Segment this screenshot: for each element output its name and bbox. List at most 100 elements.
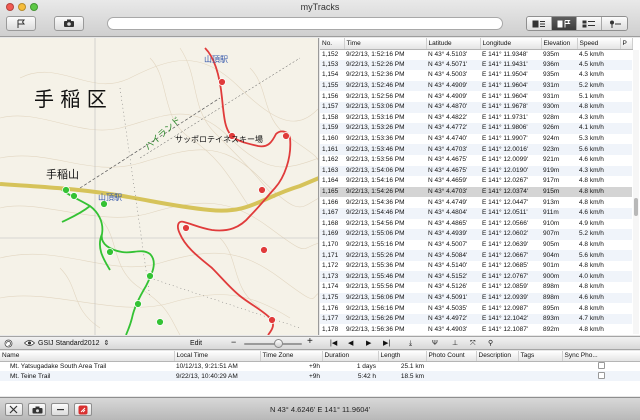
trackpoint-row[interactable]: 1,169 9/22/13, 1:55:06 PM N 43° 4.4939' E 1…: [320, 229, 632, 240]
trackpoint-speed: 5.1 km/h: [579, 92, 604, 100]
trackpoint-time: 9/22/13, 1:56:36 PM: [346, 325, 405, 333]
trackpoints-scroll-thumb[interactable]: [634, 198, 638, 216]
align-button[interactable]: ⤓: [409, 339, 412, 348]
zoom-slider[interactable]: [244, 343, 302, 345]
track-row[interactable]: Mt. Yatsugadake South Area Trail 10/12/1…: [0, 361, 640, 371]
column-header-photo-count[interactable]: Photo Count: [426, 351, 477, 362]
trackpoint-p: [620, 303, 632, 314]
trackpoint-row[interactable]: 1,152 9/22/13, 1:52:16 PM N 43° 4.5103' E 1…: [320, 49, 632, 60]
trackpoint-elevation: 919m: [541, 165, 577, 177]
trackpoint-elevation: 930m: [541, 101, 577, 113]
first-point-button[interactable]: |◀: [330, 339, 337, 348]
trackpoint-row[interactable]: 1,167 9/22/13, 1:54:46 PM N 43° 4.4804' E 1…: [320, 207, 632, 219]
flag-button[interactable]: [6, 16, 36, 31]
column-header-p[interactable]: P: [620, 38, 633, 50]
trackpoint-time: 9/22/13, 1:54:26 PM: [344, 186, 426, 198]
trackpoint-row[interactable]: 1,156 9/22/13, 1:52:56 PM N 43° 4.4909' E 1…: [320, 91, 632, 102]
trackpoint-row[interactable]: 1,165 9/22/13, 1:54:26 PM N 43° 4.4703' E 1…: [320, 186, 632, 198]
view-mode-selector[interactable]: [526, 16, 628, 31]
last-point-button[interactable]: ▶|: [383, 339, 390, 348]
tracks-table[interactable]: Name Local Time Time Zone Duration Lengt…: [0, 351, 640, 396]
map-label-station-mid: 山頂駅: [98, 192, 122, 202]
location-pin-button[interactable]: ⚲: [488, 339, 493, 348]
trackpoint-row[interactable]: 1,158 9/22/13, 1:53:16 PM N 43° 4.4822' E 1…: [320, 113, 632, 124]
track-row[interactable]: Mt. Teine Trail 9/22/13, 10:40:29 AM +9h…: [0, 371, 640, 381]
trackpoint-row[interactable]: 1,166 9/22/13, 1:54:36 PM N 43° 4.4749' E 1…: [320, 197, 632, 208]
view-map-table-button[interactable]: [527, 17, 552, 30]
trackpoint-row[interactable]: 1,161 9/22/13, 1:53:46 PM N 43° 4.4703' E 1…: [320, 144, 632, 155]
column-header-duration[interactable]: Duration: [322, 351, 379, 362]
column-header-length[interactable]: Length: [378, 351, 427, 362]
column-header-sync-photos[interactable]: Sync Pho...: [562, 351, 640, 362]
search-field[interactable]: [107, 17, 503, 30]
column-header-latitude[interactable]: Latitude: [426, 38, 481, 50]
column-header-description[interactable]: Description: [476, 351, 519, 362]
trackpoint-speed: 4.7 km/h: [577, 313, 620, 325]
column-header-name[interactable]: Name: [0, 351, 175, 362]
insert-point-button[interactable]: ⊥: [452, 339, 458, 348]
trackpoint-row[interactable]: 1,162 9/22/13, 1:53:56 PM N 43° 4.4675' E 1…: [320, 155, 632, 166]
trackpoint-row[interactable]: 1,157 9/22/13, 1:53:06 PM N 43° 4.4870' E 1…: [320, 101, 632, 113]
previous-point-button[interactable]: ◀: [348, 339, 353, 348]
trackpoint-row[interactable]: 1,172 9/22/13, 1:55:36 PM N 43° 4.5140' E 1…: [320, 261, 632, 272]
map-layer-select[interactable]: GSIJ Standard2012 ⇕: [38, 339, 109, 348]
column-header-longitude[interactable]: Longitude: [480, 38, 542, 50]
trackpoint-row[interactable]: 1,153 9/22/13, 1:52:26 PM N 43° 4.5071' E 1…: [320, 59, 632, 71]
map-refresh-button[interactable]: [4, 339, 13, 348]
split-button[interactable]: Ψ: [432, 339, 438, 348]
trackpoint-row[interactable]: 1,175 9/22/13, 1:56:06 PM N 43° 4.5091' E 1…: [320, 292, 632, 304]
trackpoint-row[interactable]: 1,176 9/22/13, 1:56:16 PM N 43° 4.5035' E 1…: [320, 303, 632, 314]
trackpoint-row[interactable]: 1,159 9/22/13, 1:53:26 PM N 43° 4.4772' E 1…: [320, 123, 632, 134]
sync-photos-checkbox[interactable]: [597, 371, 605, 379]
trackpoint-no: 1,156: [322, 92, 339, 100]
column-header-elevation[interactable]: Elevation: [541, 38, 578, 50]
camera-button[interactable]: [54, 16, 84, 31]
trackpoints-scrollbar[interactable]: [633, 50, 639, 334]
sync-photos-cell: [562, 361, 640, 371]
trackpoint-row[interactable]: 1,178 9/22/13, 1:56:36 PM N 43° 4.4903' E 1…: [320, 324, 632, 335]
column-header-time[interactable]: Time: [344, 38, 427, 50]
column-header-local-time[interactable]: Local Time: [174, 351, 261, 362]
trackpoint-row[interactable]: 1,154 9/22/13, 1:52:36 PM N 43° 4.5003' E 1…: [320, 70, 632, 81]
trackpoint-row[interactable]: 1,168 9/22/13, 1:54:56 PM N 43° 4.4865' E 1…: [320, 219, 632, 230]
map-canvas[interactable]: 手 稲 区 手稲山 山頂駅 山頂駅 サッポロテイネスキー場 ハイランド: [0, 38, 319, 335]
trackpoint-no: 1,165: [320, 186, 344, 198]
next-point-button[interactable]: ▶: [366, 339, 371, 348]
trackpoint-row[interactable]: 1,174 9/22/13, 1:55:56 PM N 43° 4.5126' E 1…: [320, 282, 632, 293]
edit-map-button[interactable]: Edit: [190, 339, 202, 348]
trackpoint-latitude: N 43° 4.4870': [426, 101, 480, 113]
column-header-speed[interactable]: Speed: [577, 38, 621, 50]
map-label-ward: 手 稲 区: [34, 87, 107, 111]
trackpoint-time: 9/22/13, 1:52:26 PM: [344, 59, 426, 71]
minus-icon: −: [231, 337, 237, 347]
sync-photos-checkbox[interactable]: [597, 361, 605, 369]
map-visibility-toggle[interactable]: [24, 339, 35, 347]
zoom-out-button[interactable]: −: [231, 338, 236, 347]
trackpoint-row[interactable]: 1,170 9/22/13, 1:55:16 PM N 43° 4.5007' E 1…: [320, 240, 632, 251]
trackpoint-elevation: 936m: [541, 59, 577, 71]
view-list-button[interactable]: [577, 17, 602, 30]
zoom-slider-knob[interactable]: [274, 339, 284, 348]
trackpoints-grid[interactable]: No. Time Latitude Longitude Elevation Sp…: [320, 38, 633, 335]
column-header-no[interactable]: No.: [320, 38, 345, 50]
trackpoint-row[interactable]: 1,171 9/22/13, 1:55:26 PM N 43° 4.5084' E 1…: [320, 250, 632, 261]
trackpoint-row[interactable]: 1,177 9/22/13, 1:56:26 PM N 43° 4.4972' E 1…: [320, 313, 632, 325]
map-view[interactable]: 手 稲 区 手稲山 山頂駅 山頂駅 サッポロテイネスキー場 ハイランド: [0, 38, 319, 335]
tracks-grid[interactable]: Name Local Time Time Zone Duration Lengt…: [0, 351, 640, 381]
trackpoint-row[interactable]: 1,160 9/22/13, 1:53:36 PM N 43° 4.4740' E 1…: [320, 134, 632, 145]
trackpoint-row[interactable]: 1,163 9/22/13, 1:54:06 PM N 43° 4.4675' E 1…: [320, 165, 632, 177]
column-header-time-zone[interactable]: Time Zone: [260, 351, 323, 362]
trackpoint-speed: 5.2 km/h: [577, 80, 620, 92]
shrink-button[interactable]: ⤧: [470, 339, 476, 348]
view-map-flag-button[interactable]: [552, 17, 577, 30]
zoom-in-button[interactable]: +: [307, 337, 313, 347]
trackpoint-speed: 4.8 km/h: [579, 240, 604, 248]
trackpoint-p: [620, 101, 632, 113]
column-header-tags[interactable]: Tags: [518, 351, 563, 362]
trackpoints-table[interactable]: No. Time Latitude Longitude Elevation Sp…: [320, 38, 640, 335]
view-pin-button[interactable]: [602, 17, 627, 30]
trackpoint-row[interactable]: 1,173 9/22/13, 1:55:46 PM N 43° 4.5152' E 1…: [320, 271, 632, 283]
trackpoint-row[interactable]: 1,164 9/22/13, 1:54:16 PM N 43° 4.4659' E 1…: [320, 176, 632, 187]
search-input[interactable]: [108, 18, 502, 29]
trackpoint-row[interactable]: 1,155 9/22/13, 1:52:46 PM N 43° 4.4909' E 1…: [320, 80, 632, 92]
